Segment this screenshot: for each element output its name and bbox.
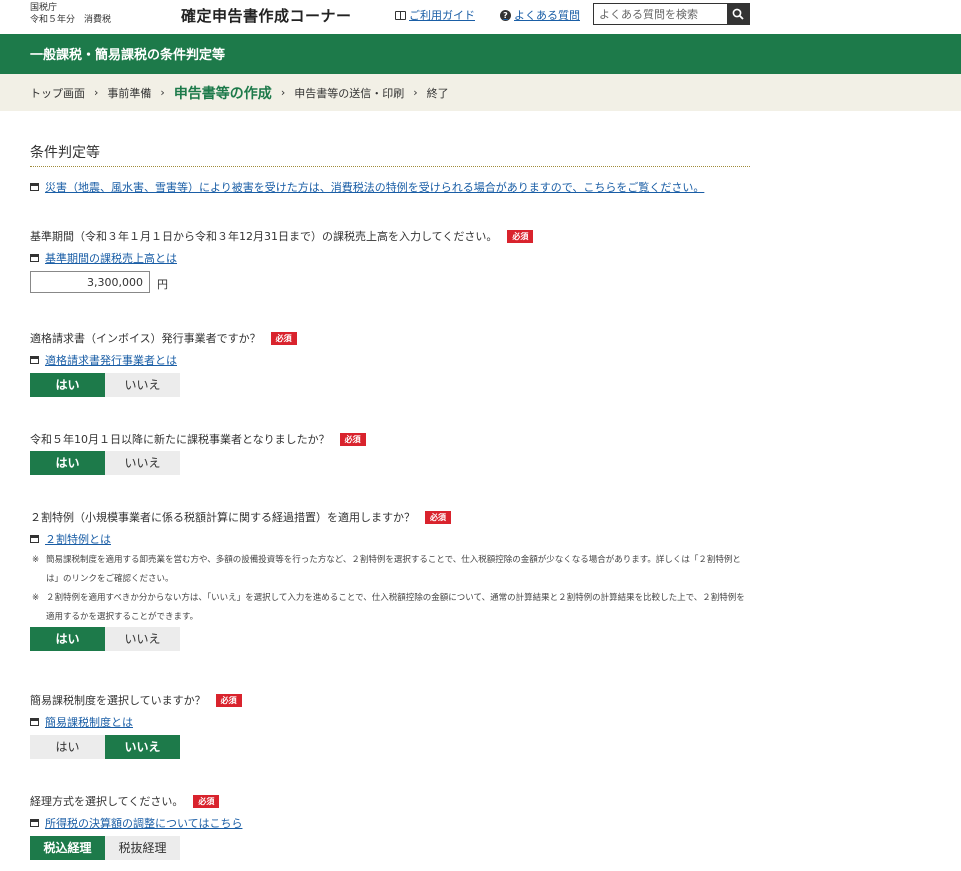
new-taxable-business-toggle: はい いいえ: [30, 451, 180, 475]
new-window-icon: [30, 718, 39, 726]
new-window-icon: [30, 356, 39, 364]
agency-name: 国税庁: [30, 3, 58, 13]
twenty-percent-special-toggle: はい いいえ: [30, 627, 180, 651]
base-period-sales-question: 基準期間（令和３年１月１日から令和３年12月31日まで）の課税売上高を入力してく…: [30, 228, 534, 244]
twenty-percent-special-help-link[interactable]: ２割特例とは: [30, 531, 111, 547]
note-text: ２割特例を適用すべきか分からない方は、「いいえ」を選択して入力を進めることで、仕…: [46, 593, 745, 622]
book-icon: [395, 10, 406, 20]
app-title: 確定申告書作成コーナー: [181, 7, 352, 25]
invoice-issuer-help-link[interactable]: 適格請求書発行事業者とは: [30, 352, 177, 368]
help-link-label: 基準期間の課税売上高とは: [45, 252, 177, 265]
help-link-label: 適格請求書発行事業者とは: [45, 354, 177, 367]
page-banner-title: 一般課税・簡易課税の条件判定等: [30, 48, 226, 63]
simplified-taxation-help-link[interactable]: 簡易課税制度とは: [30, 714, 133, 730]
question-text: 令和５年10月１日以降に新たに課税事業者となりましたか？: [30, 433, 330, 446]
breadcrumb-separator: ›: [280, 86, 286, 99]
new-window-icon: [30, 183, 39, 191]
question-text: 適格請求書（インボイス）発行事業者ですか？: [30, 332, 261, 345]
breadcrumb: トップ画面 › 事前準備 › 申告書等の作成 › 申告書等の送信・印刷 › 終了: [0, 74, 961, 111]
base-period-sales-input[interactable]: [30, 271, 150, 293]
section-title: 条件判定等: [30, 145, 100, 161]
faq-search: [593, 3, 750, 25]
no-button[interactable]: いいえ: [105, 735, 180, 759]
yes-button[interactable]: はい: [30, 735, 105, 759]
required-badge: 必須: [193, 794, 220, 808]
disaster-info-link-label: 災害（地震、風水害、雪害等）により被害を受けた方は、消費税法の特例を受けられる場…: [45, 181, 705, 194]
question-icon: ?: [500, 9, 511, 21]
accounting-method-question: 経理方式を選択してください。 必須: [30, 793, 220, 809]
question-text: 基準期間（令和３年１月１日から令和３年12月31日まで）の課税売上高を入力してく…: [30, 230, 498, 243]
note-item: ※ ２割特例を適用すべきか分からない方は、「いいえ」を選択して入力を進めることで…: [32, 589, 752, 627]
help-link-label: 所得税の決算額の調整についてはこちら: [45, 817, 243, 830]
question-text: ２割特例（小規模事業者に係る税額計算に関する経過措置）を適用しますか？: [30, 511, 415, 524]
help-link-label: ２割特例とは: [45, 533, 111, 546]
yen-unit-label: 円: [157, 278, 168, 291]
new-taxable-business-question: 令和５年10月１日以降に新たに課税事業者となりましたか？ 必須: [30, 431, 366, 447]
top-header: 国税庁 令和５年分 消費税 確定申告書作成コーナー ご利用ガイド ? よくある質…: [0, 0, 961, 34]
agency-label: 国税庁 令和５年分 消費税: [30, 2, 111, 26]
page-banner: 一般課税・簡易課税の条件判定等: [0, 34, 961, 74]
yes-button[interactable]: はい: [30, 373, 105, 397]
new-window-icon: [30, 819, 39, 827]
help-link-label: 簡易課税制度とは: [45, 716, 133, 729]
breadcrumb-step-current: 申告書等の作成: [173, 85, 272, 102]
no-button[interactable]: いいえ: [105, 451, 180, 475]
no-button[interactable]: いいえ: [105, 373, 180, 397]
breadcrumb-separator: ›: [413, 86, 418, 99]
new-window-icon: [30, 254, 39, 262]
yes-button[interactable]: はい: [30, 451, 105, 475]
income-tax-adjustment-link[interactable]: 所得税の決算額の調整についてはこちら: [30, 815, 242, 831]
breadcrumb-step-send-print: 申告書等の送信・印刷: [294, 86, 405, 100]
note-mark: ※: [32, 593, 40, 603]
breadcrumb-separator: ›: [94, 86, 99, 99]
accounting-method-toggle: 税込経理 税抜経理: [30, 836, 180, 860]
breadcrumb-step-top: トップ画面: [30, 86, 85, 100]
invoice-issuer-toggle: はい いいえ: [30, 373, 180, 397]
note-text: 簡易課税制度を適用する卸売業を営む方や、多額の設備投資等を行った方など、２割特例…: [46, 555, 741, 584]
tax-exclusive-button[interactable]: 税抜経理: [105, 836, 180, 860]
question-text: 簡易課税制度を選択していますか？: [30, 694, 206, 707]
new-window-icon: [30, 535, 39, 543]
faq-link-label: よくある質問: [514, 9, 580, 22]
faq-link[interactable]: ? よくある質問: [500, 7, 580, 23]
no-button[interactable]: いいえ: [105, 627, 180, 651]
question-text: 経理方式を選択してください。: [30, 795, 184, 808]
invoice-issuer-question: 適格請求書（インボイス）発行事業者ですか？ 必須: [30, 330, 297, 346]
simplified-taxation-question: 簡易課税制度を選択していますか？ 必須: [30, 692, 242, 708]
breadcrumb-separator: ›: [160, 86, 165, 99]
required-badge: 必須: [215, 693, 242, 707]
disaster-info-link[interactable]: 災害（地震、風水害、雪害等）により被害を受けた方は、消費税法の特例を受けられる場…: [30, 179, 704, 195]
twenty-percent-special-question: ２割特例（小規模事業者に係る税額計算に関する経過措置）を適用しますか？ 必須: [30, 509, 451, 525]
required-badge: 必須: [507, 229, 534, 243]
search-input[interactable]: [594, 4, 727, 24]
tax-year-label: 令和５年分 消費税: [30, 15, 112, 25]
section-divider: [30, 166, 750, 167]
required-badge: 必須: [425, 510, 451, 524]
breadcrumb-step-preparation: 事前準備: [107, 86, 152, 100]
note-item: ※ 簡易課税制度を適用する卸売業を営む方や、多額の設備投資等を行った方など、２割…: [32, 551, 752, 589]
note-mark: ※: [32, 555, 40, 565]
guide-link[interactable]: ご利用ガイド: [395, 7, 475, 23]
required-badge: 必須: [270, 331, 297, 345]
breadcrumb-step-end: 終了: [426, 86, 449, 100]
search-button[interactable]: [727, 4, 749, 24]
yes-button[interactable]: はい: [30, 627, 105, 651]
search-icon: [732, 8, 744, 20]
simplified-taxation-toggle: はい いいえ: [30, 735, 180, 759]
base-period-sales-help-link[interactable]: 基準期間の課税売上高とは: [30, 250, 177, 266]
guide-link-label: ご利用ガイド: [409, 9, 475, 22]
tax-inclusive-button[interactable]: 税込経理: [30, 836, 105, 860]
required-badge: 必須: [339, 432, 366, 446]
